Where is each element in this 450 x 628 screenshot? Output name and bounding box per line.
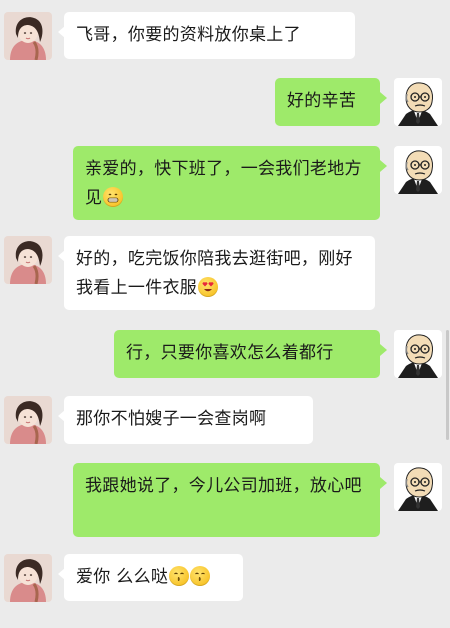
message-bubble[interactable]: 那你不怕嫂子一会查岗啊: [58, 396, 313, 444]
kiss-emoji-icon: [190, 566, 211, 586]
chat-message-list[interactable]: 飞哥，你要的资料放你桌上了 好的辛苦 亲爱的，快下班了，一会我们老地方见 好的，…: [0, 0, 450, 628]
message-text: 亲爱的，快下班了，一会我们老地方见: [85, 159, 362, 208]
message-text: 飞哥，你要的资料放你桌上了: [76, 25, 301, 45]
girl-avatar-icon: [4, 236, 52, 284]
message-bubble[interactable]: 爱你 么么哒: [58, 554, 243, 601]
grin-emoji-icon: [103, 187, 124, 207]
bald-man-avatar-icon: [394, 330, 442, 378]
message-bubble[interactable]: 好的辛苦: [275, 78, 387, 126]
message-bubble[interactable]: 好的，吃完饭你陪我去逛街吧，刚好我看上一件衣服: [58, 236, 375, 310]
scrollbar[interactable]: [446, 330, 449, 440]
message-bubble[interactable]: 行，只要你喜欢怎么着都行: [114, 330, 387, 378]
message-bubble[interactable]: 飞哥，你要的资料放你桌上了: [58, 12, 355, 59]
heart-eyes-emoji-icon: [198, 277, 219, 297]
girl-avatar-icon: [4, 396, 52, 444]
bald-man-avatar-icon: [394, 463, 442, 511]
contact-avatar[interactable]: [394, 330, 442, 378]
contact-avatar[interactable]: [394, 78, 442, 126]
message-text: 那你不怕嫂子一会查岗啊: [76, 409, 267, 429]
message-bubble[interactable]: 我跟她说了，今儿公司加班，放心吧: [73, 463, 387, 537]
contact-avatar[interactable]: [4, 236, 52, 284]
message-text: 我跟她说了，今儿公司加班，放心吧: [85, 476, 362, 496]
contact-avatar[interactable]: [394, 146, 442, 194]
message-text: 爱你 么么哒: [76, 567, 169, 587]
bald-man-avatar-icon: [394, 146, 442, 194]
contact-avatar[interactable]: [4, 554, 52, 602]
message-text: 好的辛苦: [287, 91, 357, 111]
contact-avatar[interactable]: [4, 12, 52, 60]
contact-avatar[interactable]: [4, 396, 52, 444]
message-text: 行，只要你喜欢怎么着都行: [126, 343, 334, 363]
message-bubble[interactable]: 亲爱的，快下班了，一会我们老地方见: [73, 146, 387, 220]
girl-avatar-icon: [4, 12, 52, 60]
contact-avatar[interactable]: [394, 463, 442, 511]
bald-man-avatar-icon: [394, 78, 442, 126]
girl-avatar-icon: [4, 554, 52, 602]
kiss-emoji-icon: [169, 566, 190, 586]
